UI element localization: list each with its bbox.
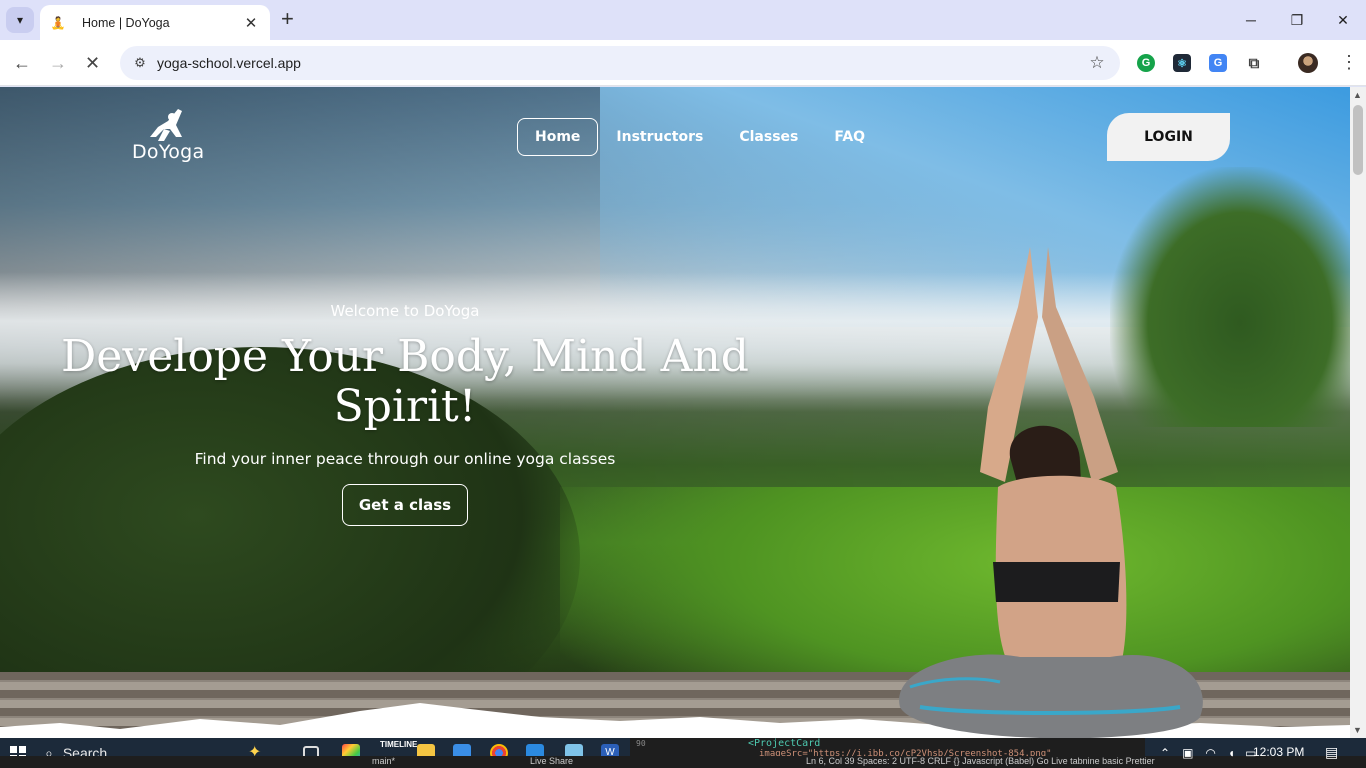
page-viewport: DoYoga Home Instructors Classes FAQ LOGI… [0, 87, 1350, 738]
restore-button[interactable]: ❐ [1274, 0, 1320, 40]
hero-headline-line2: Spirit! [333, 381, 477, 432]
minimize-button[interactable]: ─ [1228, 0, 1274, 40]
scroll-up-arrow-icon[interactable]: ▲ [1353, 90, 1362, 100]
nav-faq[interactable]: FAQ [816, 118, 883, 156]
system-tray: ⌃ ▣ ◠ ◖ ▭ [1160, 738, 1256, 768]
taskbar-clock[interactable]: 12:03 PM [1253, 745, 1304, 759]
tab-search-button[interactable]: ▾ [6, 7, 34, 33]
react-devtools-extension-icon[interactable]: ⚛ [1173, 54, 1191, 72]
hero-subtitle: Find your inner peace through our online… [194, 450, 616, 468]
browser-toolbar: ← → ✕ ⚙ yoga-school.vercel.app ☆ G ⚛ G ⧉… [0, 40, 1366, 86]
wifi-icon[interactable]: ◠ [1205, 746, 1215, 760]
close-window-button[interactable]: ✕ [1320, 0, 1366, 40]
doyoga-logo[interactable]: DoYoga [128, 107, 212, 167]
new-tab-button[interactable]: + [281, 8, 294, 30]
browser-tab-bar: ▾ 🧘 Home | DoYoga ✕ + ─ ❐ ✕ [0, 0, 1366, 40]
tab-title: Home | DoYoga [82, 15, 170, 30]
scrollbar-thumb[interactable] [1353, 105, 1363, 175]
translate-extension-icon[interactable]: G [1209, 54, 1227, 72]
hero-section: Welcome to DoYoga Develope Your Body, Mi… [40, 302, 770, 526]
notification-center-icon[interactable]: ▤ [1325, 744, 1338, 761]
tray-chevron-icon[interactable]: ⌃ [1160, 746, 1170, 760]
yoga-favicon-icon: 🧘 [50, 15, 66, 30]
live-share[interactable]: Live Share [530, 756, 573, 766]
hero-welcome: Welcome to DoYoga [330, 302, 480, 320]
nav-home[interactable]: Home [517, 118, 599, 156]
profile-avatar[interactable] [1298, 53, 1318, 73]
grammarly-extension-icon[interactable]: G [1137, 54, 1155, 72]
code-line-number: 90 [636, 739, 646, 748]
site-info-icon[interactable]: ⚙ [128, 55, 152, 71]
address-bar[interactable]: ⚙ yoga-school.vercel.app ☆ [120, 46, 1120, 80]
git-branch[interactable]: main* [372, 756, 395, 766]
back-icon[interactable]: ← [13, 53, 31, 73]
window-controls: ─ ❐ ✕ [1228, 0, 1366, 40]
main-nav: Home Instructors Classes FAQ [517, 118, 883, 156]
scroll-down-arrow-icon[interactable]: ▼ [1353, 725, 1362, 735]
logo-text: DoYoga [132, 141, 205, 163]
browser-tab-active[interactable]: 🧘 Home | DoYoga ✕ [40, 5, 270, 40]
bookmark-star-icon[interactable]: ☆ [1082, 53, 1112, 73]
forward-icon[interactable]: → [49, 53, 67, 73]
extensions-puzzle-icon[interactable]: ⧉ [1245, 54, 1263, 72]
get-a-class-button[interactable]: Get a class [341, 484, 469, 526]
stop-loading-icon[interactable]: ✕ [85, 53, 100, 73]
browser-menu-icon[interactable]: ⋮ [1340, 52, 1358, 73]
hero-headline: Develope Your Body, Mind And Spirit! [40, 332, 770, 432]
page-scrollbar[interactable]: ▲ ▼ [1350, 87, 1366, 738]
nav-classes[interactable]: Classes [721, 118, 816, 156]
volume-icon[interactable]: ◖ [1228, 746, 1235, 760]
tab-close-icon[interactable]: ✕ [242, 14, 260, 32]
meet-now-icon[interactable]: ▣ [1182, 746, 1193, 760]
windows-taskbar: ⌕ Search ✦ TIMELINE W 90 <ProjectCard im… [0, 738, 1366, 768]
yoga-woman-figure [899, 247, 1203, 738]
editor-status[interactable]: Ln 6, Col 39 Spaces: 2 UTF-8 CRLF {} Jav… [806, 756, 1155, 766]
code-snippet: <ProjectCard [748, 738, 821, 749]
hero-headline-line1: Develope Your Body, Mind And [61, 331, 749, 382]
nav-instructors[interactable]: Instructors [598, 118, 721, 156]
url-text[interactable]: yoga-school.vercel.app [157, 55, 1082, 71]
login-button[interactable]: LOGIN [1107, 113, 1230, 161]
timeline-label: TIMELINE [380, 740, 418, 749]
